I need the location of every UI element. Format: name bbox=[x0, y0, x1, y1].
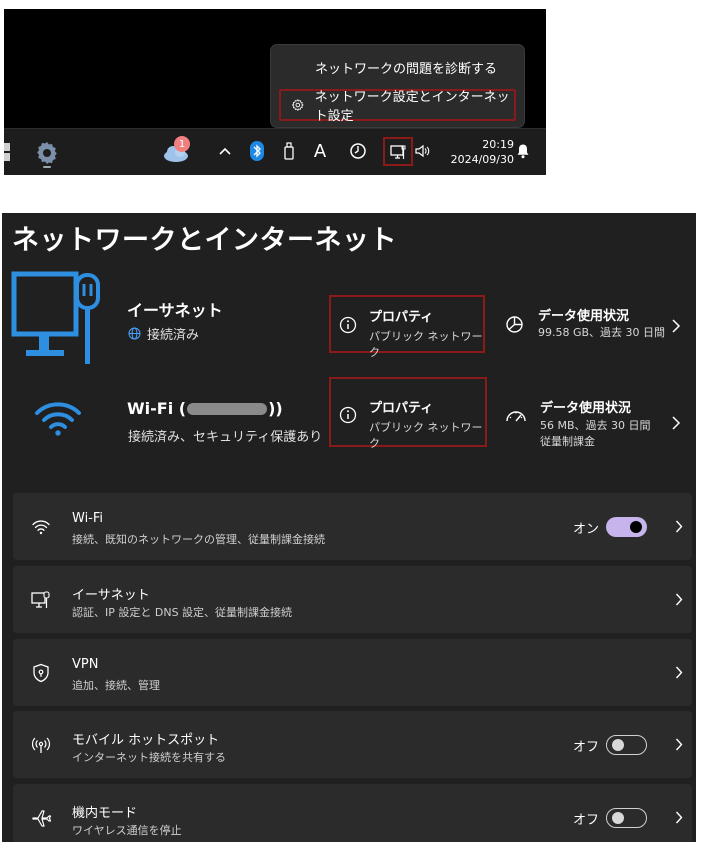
volume-icon[interactable] bbox=[414, 143, 430, 159]
vpn-card-title: VPN bbox=[72, 657, 99, 672]
chevron-right-icon bbox=[672, 319, 681, 333]
wifi-usage-sub-metered: 従量制課金 bbox=[540, 435, 595, 448]
network-settings-menu-item[interactable]: ネットワーク設定とインターネット設定 bbox=[279, 89, 516, 124]
ethernet-properties-sub: パブリック ネットワーク bbox=[369, 330, 483, 359]
wifi-card-title: Wi-Fi bbox=[72, 511, 104, 526]
ethernet-status: 接続済み bbox=[128, 324, 199, 343]
wifi-properties-sub: パブリック ネットワーク bbox=[369, 421, 483, 450]
chevron-right-icon bbox=[675, 738, 683, 751]
ethernet-properties-button[interactable]: プロパティ パブリック ネットワーク bbox=[329, 295, 485, 359]
page-title: ネットワークとインターネット bbox=[12, 225, 397, 256]
ethernet-monitor-icon bbox=[11, 271, 100, 364]
wifi-large-icon bbox=[35, 402, 81, 436]
wifi-properties-title: プロパティ bbox=[369, 401, 434, 416]
ethernet-status-text: 接続済み bbox=[147, 328, 200, 343]
pie-chart-icon bbox=[506, 316, 523, 333]
usb-icon[interactable] bbox=[282, 141, 296, 161]
ethernet-card-desc: 認証、IP 設定と DNS 設定、従量制課金接続 bbox=[72, 606, 293, 619]
hotspot-card-title: モバイル ホットスポット bbox=[72, 733, 220, 748]
airplane-icon bbox=[32, 810, 51, 827]
bell-icon[interactable] bbox=[516, 143, 530, 159]
diagnose-network-menu-item[interactable]: ネットワークの問題を診断する bbox=[279, 51, 516, 83]
font-icon[interactable]: A bbox=[312, 140, 328, 162]
shield-icon bbox=[33, 663, 49, 683]
gear-icon bbox=[292, 99, 304, 111]
chevron-right-icon bbox=[672, 416, 681, 430]
taskbar-date: 2024/09/30 bbox=[450, 153, 514, 166]
network-settings-screenshot: ネットワークとインターネット イーサネット 接続済み プロパティ パブリック ネ… bbox=[2, 213, 696, 842]
ethernet-data-usage[interactable]: データ使用状況 99.58 GB、過去 30 日間 bbox=[500, 297, 681, 357]
taskbar-time: 20:19 bbox=[482, 138, 514, 151]
wifi-data-usage[interactable]: データ使用状況 56 MB、過去 30 日間 従量制課金 bbox=[500, 391, 681, 455]
taskbar-screenshot: ネットワークの問題を診断する ネットワーク設定とインターネット設定 1 A 20… bbox=[4, 9, 546, 175]
wifi-name-suffix: )) bbox=[268, 399, 283, 418]
ethernet-usage-sub: 99.58 GB、過去 30 日間 bbox=[538, 326, 666, 339]
start-icon[interactable] bbox=[4, 141, 12, 163]
chevron-right-icon bbox=[675, 811, 683, 824]
network-icon bbox=[390, 145, 406, 159]
wifi-usage-sub: 56 MB、過去 30 日間 bbox=[540, 419, 651, 432]
weather-badge: 1 bbox=[174, 136, 190, 152]
ethernet-card-title: イーサネット bbox=[72, 588, 150, 603]
hotspot-toggle[interactable] bbox=[606, 735, 647, 755]
network-settings-label: ネットワーク設定とインターネット設定 bbox=[314, 90, 510, 124]
chevron-right-icon bbox=[675, 593, 683, 606]
globe-icon bbox=[128, 327, 141, 340]
hotspot-toggle-label: オフ bbox=[573, 740, 600, 755]
bluetooth-icon[interactable] bbox=[250, 141, 264, 161]
clock-icon[interactable] bbox=[348, 141, 368, 161]
wifi-name-prefix: Wi-Fi ( bbox=[127, 399, 187, 418]
wifi-settings-card[interactable]: Wi-Fi 接続、既知のネットワークの管理、従量制課金接続 オン bbox=[13, 493, 692, 560]
hotspot-card-desc: インターネット接続を共有する bbox=[72, 751, 226, 764]
airplane-toggle-label: オフ bbox=[573, 813, 600, 828]
taskbar-clock[interactable]: 20:19 2024/09/30 bbox=[440, 137, 514, 167]
ethernet-properties-title: プロパティ bbox=[369, 310, 434, 325]
airplane-mode-card[interactable]: 機内モード ワイヤレス通信を停止 オフ bbox=[13, 784, 692, 842]
airplane-card-title: 機内モード bbox=[72, 806, 138, 821]
wifi-ssid-redacted bbox=[187, 402, 268, 415]
wifi-status: 接続済み、セキュリティ保護あり bbox=[128, 430, 323, 445]
airplane-card-desc: ワイヤレス通信を停止 bbox=[72, 824, 182, 837]
ethernet-settings-card[interactable]: イーサネット 認証、IP 設定と DNS 設定、従量制課金接続 bbox=[13, 566, 692, 633]
hotspot-settings-card[interactable]: モバイル ホットスポット インターネット接続を共有する オフ bbox=[13, 711, 692, 778]
hotspot-icon bbox=[31, 737, 51, 753]
wifi-card-desc: 接続、既知のネットワークの管理、従量制課金接続 bbox=[72, 533, 325, 546]
ethernet-usage-title: データ使用状況 bbox=[538, 309, 630, 324]
gauge-icon bbox=[506, 411, 526, 422]
vpn-settings-card[interactable]: VPN 追加、接続、管理 bbox=[13, 639, 692, 706]
wifi-toggle[interactable] bbox=[606, 517, 647, 537]
diagnose-network-label: ネットワークの問題を診断する bbox=[315, 61, 498, 77]
airplane-toggle[interactable] bbox=[606, 808, 647, 828]
settings-icon[interactable] bbox=[34, 139, 60, 169]
network-context-menu: ネットワークの問題を診断する ネットワーク設定とインターネット設定 bbox=[270, 44, 525, 128]
chevron-up-icon[interactable] bbox=[218, 144, 232, 158]
network-tray-highlight[interactable] bbox=[383, 137, 413, 166]
wifi-usage-title: データ使用状況 bbox=[540, 401, 632, 416]
chevron-right-icon bbox=[675, 520, 683, 533]
wifi-toggle-label: オン bbox=[573, 522, 600, 537]
wifi-icon bbox=[32, 520, 50, 535]
info-icon bbox=[339, 406, 357, 424]
vpn-card-desc: 追加、接続、管理 bbox=[72, 679, 160, 692]
ethernet-icon bbox=[31, 591, 50, 608]
wifi-properties-button[interactable]: プロパティ パブリック ネットワーク bbox=[329, 377, 487, 450]
info-icon bbox=[339, 316, 357, 334]
wifi-name: Wi-Fi ( )) bbox=[127, 399, 283, 418]
chevron-right-icon bbox=[675, 666, 683, 679]
ethernet-name: イーサネット bbox=[127, 301, 223, 320]
taskbar: 1 A 20:19 2024/09/30 bbox=[4, 128, 546, 175]
